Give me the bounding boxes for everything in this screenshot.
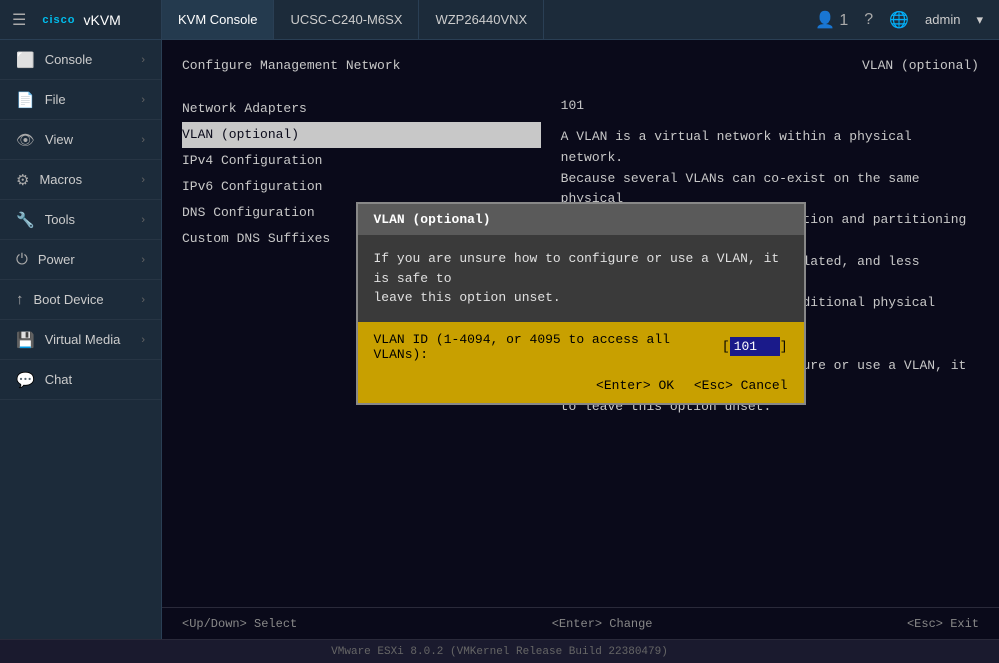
sidebar-label-view: View	[45, 132, 131, 147]
sidebar: ⬜ Console › 📄 File › 👁 View › ⚙ Macros ›…	[0, 40, 162, 639]
status-bar: <Up/Down> Select <Enter> Change <Esc> Ex…	[162, 607, 999, 639]
file-arrow-icon: ›	[141, 94, 145, 106]
tab-server-id[interactable]: WZP26440VNX	[419, 0, 544, 39]
user-icon[interactable]: 👤 1	[815, 10, 848, 30]
dialog-input-label: VLAN ID (1-4094, or 4095 to access all V…	[374, 332, 714, 362]
status-esc: <Esc> Exit	[907, 617, 979, 631]
sidebar-item-console[interactable]: ⬜ Console ›	[0, 40, 161, 80]
status-enter: <Enter> Change	[552, 617, 653, 631]
topbar: ☰ cisco vKVM KVM Console UCSC-C240-M6SX …	[0, 0, 999, 40]
macros-arrow-icon: ›	[141, 174, 145, 186]
file-icon: 📄	[16, 91, 35, 109]
sidebar-label-console: Console	[45, 52, 132, 67]
tab-server-model[interactable]: UCSC-C240-M6SX	[274, 0, 419, 39]
vlan-id-input[interactable]	[730, 337, 780, 356]
virtual-media-arrow-icon: ›	[141, 334, 145, 346]
boot-arrow-icon: ›	[141, 294, 145, 306]
dialog-input-brackets-open: [	[722, 339, 730, 354]
sidebar-item-power[interactable]: ⏻ Power ›	[0, 240, 161, 280]
view-icon: 👁	[16, 131, 35, 149]
topbar-right: 👤 1 ? 🌐 admin ▾	[799, 10, 999, 30]
terminal: Configure Management Network VLAN (optio…	[162, 40, 999, 607]
user-chevron-icon[interactable]: ▾	[976, 12, 983, 28]
tools-icon: 🔧	[16, 211, 35, 229]
dialog-input-brackets-close: ]	[780, 339, 788, 354]
power-icon: ⏻	[16, 251, 28, 268]
username-label: admin	[925, 12, 960, 27]
sidebar-label-power: Power	[38, 252, 131, 267]
sidebar-item-file[interactable]: 📄 File ›	[0, 80, 161, 120]
kvm-area: Configure Management Network VLAN (optio…	[162, 40, 999, 639]
console-icon: ⬜	[16, 51, 35, 69]
sidebar-item-macros[interactable]: ⚙ Macros ›	[0, 160, 161, 200]
topbar-tabs: KVM Console UCSC-C240-M6SX WZP26440VNX	[162, 0, 799, 39]
tab-kvm-console[interactable]: KVM Console	[162, 0, 274, 39]
status-updown: <Up/Down> Select	[182, 617, 297, 631]
view-arrow-icon: ›	[141, 134, 145, 146]
dialog-title: VLAN (optional)	[358, 204, 804, 235]
macros-icon: ⚙	[16, 171, 29, 189]
dialog-actions: <Enter> OK <Esc> Cancel	[358, 372, 804, 403]
dialog-overlay: VLAN (optional) If you are unsure how to…	[162, 40, 999, 607]
dialog-ok-button[interactable]: <Enter> OK	[596, 378, 674, 393]
help-icon[interactable]: ?	[864, 11, 873, 29]
chat-icon: 💬	[16, 371, 35, 389]
sidebar-label-boot: Boot Device	[34, 292, 132, 307]
sidebar-item-chat[interactable]: 💬 Chat	[0, 360, 161, 400]
boot-icon: ↑	[16, 291, 24, 308]
sidebar-label-virtual-media: Virtual Media	[45, 332, 132, 347]
cisco-wordmark: cisco	[42, 14, 75, 26]
sidebar-label-file: File	[45, 92, 132, 107]
globe-icon[interactable]: 🌐	[889, 10, 909, 30]
virtual-media-icon: 💾	[16, 331, 35, 349]
topbar-logo: ☰ cisco vKVM	[0, 0, 162, 39]
app-title: vKVM	[83, 12, 120, 28]
power-arrow-icon: ›	[141, 254, 145, 266]
sidebar-label-chat: Chat	[45, 372, 145, 387]
dialog-input-row: VLAN ID (1-4094, or 4095 to access all V…	[358, 322, 804, 372]
hamburger-icon[interactable]: ☰	[12, 10, 26, 30]
sidebar-label-tools: Tools	[45, 212, 132, 227]
esxi-version: VMware ESXi 8.0.2 (VMKernel Release Buil…	[331, 646, 668, 658]
sidebar-item-view[interactable]: 👁 View ›	[0, 120, 161, 160]
dialog-cancel-button[interactable]: <Esc> Cancel	[694, 378, 788, 393]
tools-arrow-icon: ›	[141, 214, 145, 226]
console-arrow-icon: ›	[141, 54, 145, 66]
main-layout: ⬜ Console › 📄 File › 👁 View › ⚙ Macros ›…	[0, 40, 999, 639]
sidebar-item-boot-device[interactable]: ↑ Boot Device ›	[0, 280, 161, 320]
sidebar-item-tools[interactable]: 🔧 Tools ›	[0, 200, 161, 240]
dialog-body: If you are unsure how to configure or us…	[358, 235, 804, 322]
sidebar-label-macros: Macros	[39, 172, 131, 187]
sidebar-item-virtual-media[interactable]: 💾 Virtual Media ›	[0, 320, 161, 360]
dialog-box: VLAN (optional) If you are unsure how to…	[356, 202, 806, 405]
bottom-bar: VMware ESXi 8.0.2 (VMKernel Release Buil…	[0, 639, 999, 663]
